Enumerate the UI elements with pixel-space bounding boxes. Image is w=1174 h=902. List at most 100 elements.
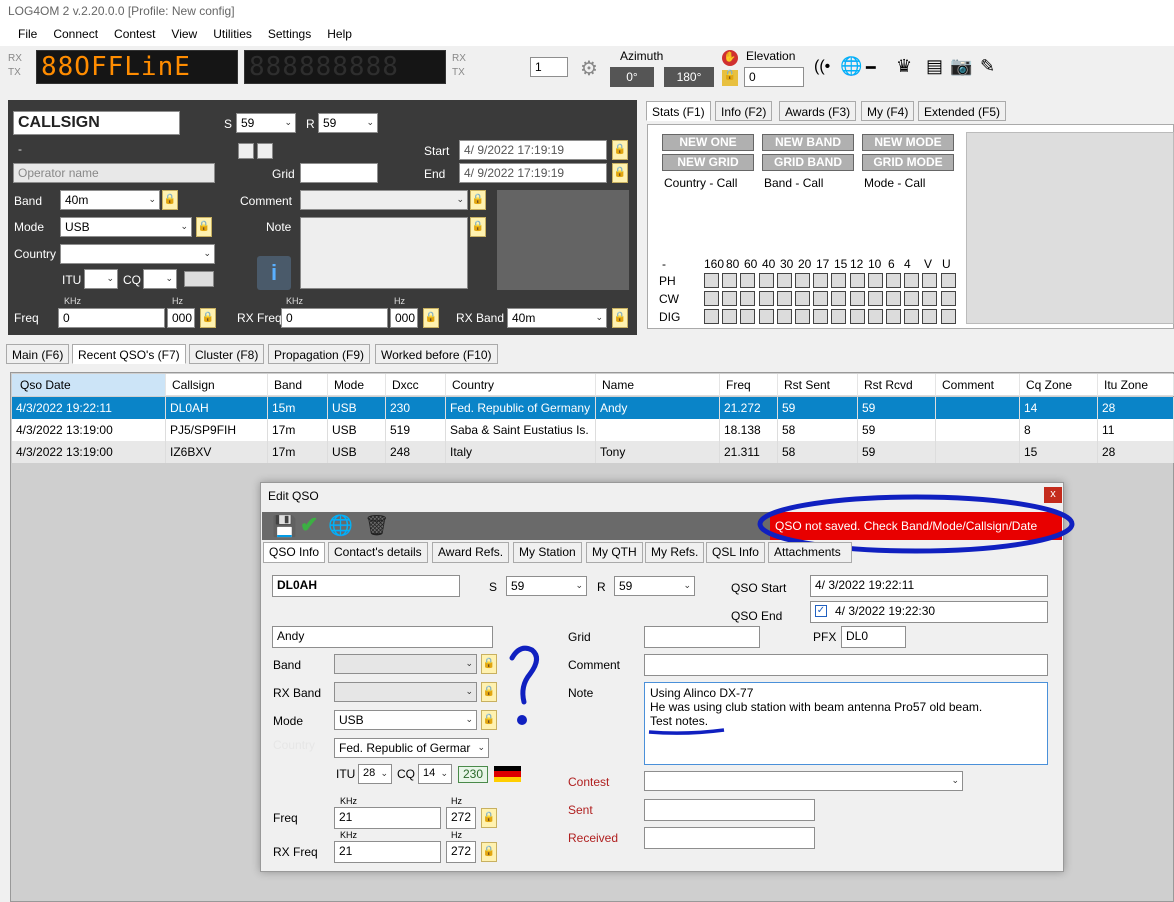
lock-icon[interactable]: 🔒	[481, 682, 497, 702]
dialog-itu-select[interactable]: 28 ⌄	[358, 764, 392, 784]
step-spinner[interactable]: 1	[530, 57, 568, 77]
dialog-tab-qsl-info[interactable]: QSL Info	[706, 542, 765, 563]
lock-icon[interactable]: 🔒	[481, 842, 497, 862]
camera-icon[interactable]: 📷	[950, 56, 972, 77]
dialog-tab-my-refs[interactable]: My Refs.	[645, 542, 705, 563]
menu-view[interactable]: View	[163, 24, 205, 46]
grid-input[interactable]	[300, 163, 378, 183]
dialog-rx-freq-khz-input[interactable]: 21	[334, 841, 441, 863]
lock-icon[interactable]: 🔒	[470, 217, 486, 237]
tab-cluster[interactable]: Cluster (F8)	[189, 344, 265, 364]
menu-settings[interactable]: Settings	[260, 24, 319, 46]
note-textarea[interactable]	[300, 217, 468, 289]
dialog-comment-input[interactable]	[644, 654, 1048, 676]
column-header[interactable]: Comment	[936, 374, 1020, 396]
dialog-grid-input[interactable]	[644, 626, 760, 648]
band-select[interactable]: 40m ⌄	[60, 190, 160, 210]
rx-band-select[interactable]: 40m ⌄	[507, 308, 607, 328]
column-header[interactable]: Country	[446, 374, 596, 396]
dialog-tab-attachments[interactable]: Attachments	[768, 542, 852, 563]
trash-icon[interactable]: 🗑	[364, 513, 389, 538]
lock-icon[interactable]: 🔒	[612, 140, 628, 160]
dialog-tab-qso-info[interactable]: QSO Info	[263, 542, 326, 563]
start-datetime[interactable]: 4/ 9/2022 17:19:19	[459, 140, 607, 160]
column-header[interactable]: Band	[268, 374, 328, 396]
menu-connect[interactable]: Connect	[45, 24, 106, 46]
r-rst-select[interactable]: 59 ⌄	[318, 113, 378, 133]
freq-hz-input[interactable]: 000	[167, 308, 195, 328]
column-header[interactable]: Freq	[720, 374, 778, 396]
dialog-tab-contact-details[interactable]: Contact's details	[328, 542, 428, 563]
qso-end-checkbox[interactable]: ✓	[815, 605, 827, 617]
operator-name-input[interactable]: Operator name	[13, 163, 215, 183]
freq-khz-input[interactable]: 0	[58, 308, 165, 328]
menu-utilities[interactable]: Utilities	[205, 24, 260, 46]
dialog-r-select[interactable]: 59 ⌄	[614, 576, 695, 596]
dialog-callsign-input[interactable]: DL0AH	[272, 575, 460, 597]
pfx-input[interactable]: DL0	[841, 626, 906, 648]
tab-extended[interactable]: Extended (F5)	[918, 101, 1007, 121]
pen-icon[interactable]: ✎	[980, 56, 995, 77]
checkmark-icon[interactable]: ✔	[300, 512, 318, 538]
tab-propagation[interactable]: Propagation (F9)	[268, 344, 371, 364]
rx-freq-hz-input[interactable]: 000	[390, 308, 418, 328]
column-header[interactable]: Qso Date	[12, 374, 166, 396]
lock-icon[interactable]: 🔒	[612, 308, 628, 328]
contest-select[interactable]: ⌄	[644, 771, 963, 791]
dialog-country-select[interactable]: Fed. Republic of Germar ⌄	[334, 738, 489, 758]
checkbox-1[interactable]	[238, 143, 254, 159]
menu-file[interactable]: File	[10, 24, 45, 46]
end-datetime[interactable]: 4/ 9/2022 17:19:19	[459, 163, 607, 183]
column-header[interactable]: Rst Rcvd	[858, 374, 936, 396]
mode-select[interactable]: USB ⌄	[60, 217, 192, 237]
lock-icon[interactable]: 🔒	[481, 808, 497, 828]
itu-select[interactable]: ⌄	[84, 269, 118, 289]
globe-icon[interactable]: 🌐	[328, 513, 353, 538]
table-row[interactable]: 4/3/2022 19:22:11 DL0AH 15m USB 230 Fed. Repu…	[12, 397, 1174, 419]
dialog-rx-band-select[interactable]: ⌄	[334, 682, 477, 702]
info-icon[interactable]: i	[257, 256, 291, 290]
dialog-freq-khz-input[interactable]: 21	[334, 807, 441, 829]
column-header[interactable]: Mode	[328, 374, 386, 396]
lock-icon[interactable]: 🔒	[162, 190, 178, 210]
tab-worked-before[interactable]: Worked before (F10)	[375, 344, 498, 364]
crown-icon[interactable]: ♛	[896, 56, 912, 77]
azimuth-left-button[interactable]: 0°	[610, 67, 654, 87]
tab-stats[interactable]: Stats (F1)	[646, 101, 711, 121]
dialog-tab-my-station[interactable]: My Station	[513, 542, 582, 563]
table-row[interactable]: 4/3/2022 13:19:00 PJ5/SP9FIH 17m USB 519 Saba…	[12, 419, 1174, 441]
lock-icon[interactable]: 🔒	[481, 654, 497, 674]
rx-freq-khz-input[interactable]: 0	[281, 308, 388, 328]
tab-info[interactable]: Info (F2)	[715, 101, 773, 121]
globe-icon[interactable]: 🌐	[840, 56, 862, 77]
dialog-tab-award-refs[interactable]: Award Refs.	[432, 542, 510, 563]
tab-main[interactable]: Main (F6)	[6, 344, 70, 364]
satellite-icon[interactable]: ━	[866, 58, 876, 78]
qso-start-datetime[interactable]: 4/ 3/2022 19:22:11	[810, 575, 1048, 597]
elevation-input[interactable]: 0	[744, 67, 804, 87]
tab-recent-qsos[interactable]: Recent QSO's (F7)	[72, 344, 186, 364]
s-rst-select[interactable]: 59 ⌄	[236, 113, 296, 133]
received-input[interactable]	[644, 827, 815, 849]
sent-input[interactable]	[644, 799, 815, 821]
dialog-tab-my-qth[interactable]: My QTH	[586, 542, 643, 563]
lock-icon[interactable]: 🔒	[612, 163, 628, 183]
dialog-rx-freq-hz-input[interactable]: 272	[446, 841, 476, 863]
lock-icon[interactable]: 🔒	[722, 70, 738, 86]
dialog-s-select[interactable]: 59 ⌄	[506, 576, 587, 596]
column-header[interactable]: Itu Zone	[1098, 374, 1174, 396]
comment-select[interactable]: ⌄	[300, 190, 468, 210]
lock-icon[interactable]: 🔒	[423, 308, 439, 328]
column-header[interactable]: Name	[596, 374, 720, 396]
dialog-band-select[interactable]: ⌄	[334, 654, 477, 674]
azimuth-right-button[interactable]: 180°	[664, 67, 714, 87]
menu-help[interactable]: Help	[319, 24, 360, 46]
gear-icon[interactable]: ⚙	[580, 56, 598, 81]
lock-icon[interactable]: 🔒	[200, 308, 216, 328]
lock-icon[interactable]: 🔒	[470, 190, 486, 210]
dialog-name-input[interactable]: Andy	[272, 626, 493, 648]
table-row[interactable]: 4/3/2022 13:19:00 IZ6BXV 17m USB 248 Italy Ton…	[12, 441, 1174, 463]
column-header[interactable]: Rst Sent	[778, 374, 858, 396]
callsign-input[interactable]: CALLSIGN	[13, 111, 180, 135]
dialog-cq-select[interactable]: 14 ⌄	[418, 764, 452, 784]
